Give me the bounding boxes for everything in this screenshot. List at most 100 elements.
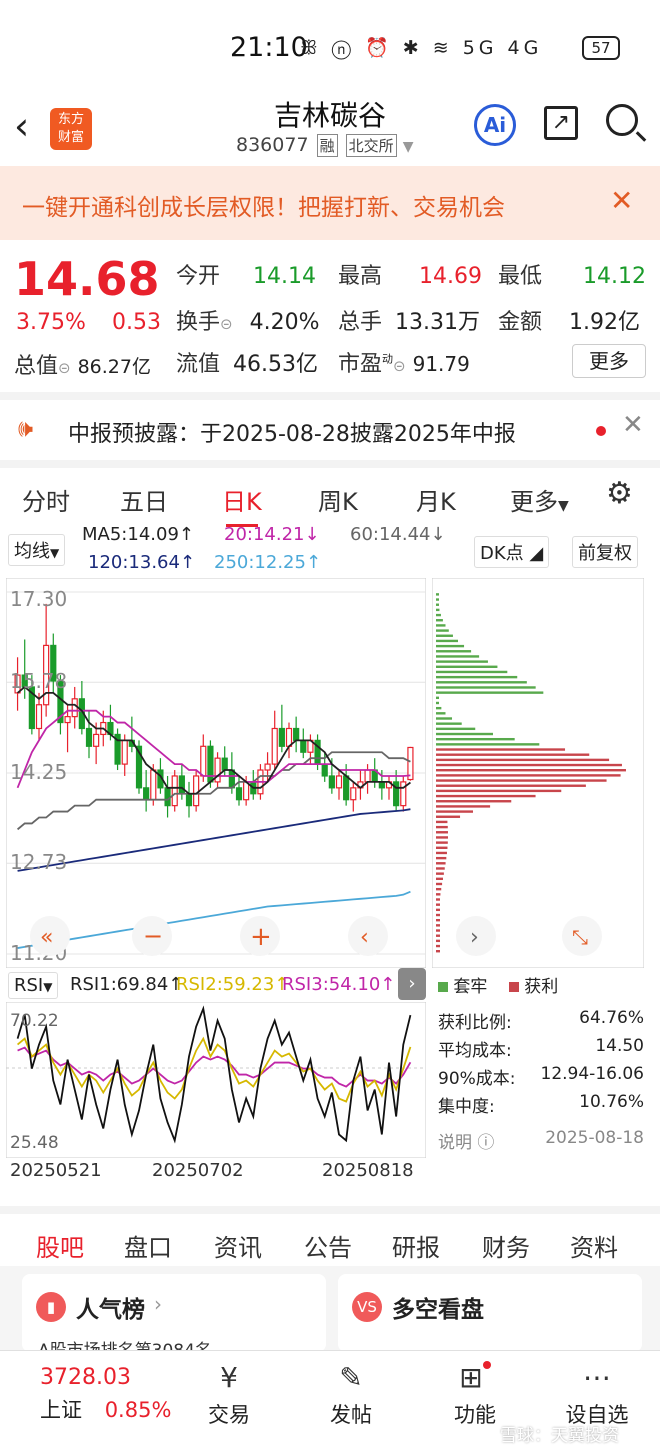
tab-financials[interactable]: 财务	[482, 1228, 530, 1263]
popularity-card[interactable]: ▮ 人气榜 › A股市场排名第3084名	[22, 1274, 326, 1361]
more-dots-icon: ⋯	[583, 1361, 611, 1394]
notice-bar[interactable]: 🕪 中报预披露：于2025-08-28披露2025年中报 ✕	[0, 392, 660, 454]
badge-dot	[482, 1361, 491, 1369]
share-icon[interactable]: ↗	[544, 106, 578, 140]
date-tick: 20250702	[152, 1160, 244, 1181]
candle	[328, 775, 335, 789]
pe-label: 市盈	[338, 352, 383, 377]
chip-bar	[436, 660, 488, 663]
chip-bar	[436, 898, 440, 901]
chevron-left-icon: ‹	[360, 925, 369, 950]
candle	[71, 698, 78, 718]
candle	[64, 716, 71, 724]
stock-code-row[interactable]: 836077 融 北交所 ▼	[236, 134, 413, 157]
chip-bar	[436, 836, 448, 839]
ma250-label: 250:12.25↑	[214, 552, 322, 573]
ai-button[interactable]: Ai	[474, 104, 516, 146]
chip-distribution-chart[interactable]: › ⤡	[432, 578, 644, 968]
chevron-down-icon: ▼	[43, 980, 53, 994]
stock-code: 836077	[236, 134, 309, 156]
nav-watchlist[interactable]: ⋯ 设自选	[552, 1361, 642, 1429]
tab-forum[interactable]: 股吧	[36, 1228, 84, 1273]
dk-point-select[interactable]: DK点 ◢	[474, 536, 550, 568]
chip-bar	[436, 800, 512, 803]
pe-sup: 动	[382, 352, 394, 366]
chip-bar	[436, 727, 476, 731]
candle	[350, 787, 357, 801]
tab-announcements[interactable]: 公告	[304, 1228, 352, 1263]
turnover-value: 4.20%	[249, 310, 320, 335]
tab-five-day[interactable]: 五日	[120, 482, 168, 517]
chip-bar	[436, 644, 465, 648]
exchange-tag: 北交所	[345, 134, 397, 157]
info-icon[interactable]: ⊝	[393, 357, 406, 375]
profit-ratio-value: 64.76%	[579, 1008, 644, 1028]
tab-more-label: 更多	[510, 488, 558, 516]
candle	[243, 781, 250, 801]
float-row: 流值 46.53亿	[176, 346, 318, 378]
low-label: 最低	[498, 264, 543, 289]
candle	[285, 727, 293, 747]
amount-value: 1.92亿	[569, 310, 641, 335]
nav-trade[interactable]: ¥ 交易	[184, 1361, 274, 1429]
chip-bar	[436, 846, 448, 849]
margin-tag: 融	[316, 134, 338, 157]
volume-row: 总手 13.31万	[338, 304, 480, 336]
promo-banner[interactable]: 一键开通科创成长层权限！把握打新、交易机会 ✕	[0, 166, 660, 240]
candle	[121, 739, 128, 765]
nav-post[interactable]: ✎ 发帖	[306, 1361, 396, 1429]
gear-icon[interactable]: ⚙	[606, 476, 633, 511]
tab-research[interactable]: 研报	[392, 1228, 440, 1263]
chip-bar	[436, 722, 462, 725]
info-icon[interactable]: ⓘ	[477, 1133, 494, 1153]
candle	[164, 787, 171, 807]
chevron-right-icon: ›	[470, 925, 479, 950]
high-row: 最高 14.69	[338, 258, 482, 290]
chip-bar	[436, 717, 453, 720]
index-ticker[interactable]: 3728.03 上证 0.85%	[40, 1365, 171, 1424]
more-button[interactable]: 更多	[572, 344, 646, 378]
candlestick-chart[interactable]: 17.3015.7814.2512.7311.20 « − + ‹	[6, 578, 426, 968]
long-short-card[interactable]: VS 多空看盘	[338, 1274, 642, 1352]
tab-intraday[interactable]: 分时	[22, 482, 70, 517]
chip-bar	[436, 598, 439, 601]
search-icon[interactable]	[606, 104, 638, 136]
chevron-down-icon: ▼	[402, 139, 414, 155]
candle	[185, 793, 193, 807]
rsi-select[interactable]: RSI▼	[8, 972, 59, 999]
pe-value: 91.79	[412, 352, 470, 376]
date-tick: 20250818	[322, 1160, 414, 1181]
high-label: 最高	[338, 264, 383, 289]
close-icon[interactable]: ✕	[622, 410, 644, 440]
candle	[293, 727, 300, 741]
tab-more[interactable]: 更多▼	[510, 482, 569, 517]
nav-post-label: 发帖	[330, 1403, 372, 1427]
tab-orderbook[interactable]: 盘口	[124, 1228, 172, 1263]
chip-bar	[436, 856, 447, 860]
chevron-down-icon: ▼	[558, 498, 569, 514]
indicator-select[interactable]: 均线▼	[8, 534, 66, 566]
tab-monthly-k[interactable]: 月K	[416, 482, 456, 517]
y-tick-label: 15.78	[10, 669, 67, 693]
chip-bar	[436, 629, 449, 632]
chip-bar	[436, 867, 445, 870]
info-icon[interactable]: ⊝	[58, 359, 71, 377]
tab-daily-k[interactable]: 日K	[222, 482, 262, 527]
grid-icon: ⊞	[430, 1361, 520, 1399]
chevron-right-icon: ›	[154, 1292, 162, 1316]
info-icon[interactable]: ⊝	[220, 315, 233, 333]
chip-bar	[436, 655, 480, 658]
close-icon[interactable]: ✕	[610, 184, 633, 217]
candle	[193, 775, 200, 807]
rsi-chart[interactable]: 70.22 25.48	[6, 1002, 426, 1158]
tab-weekly-k[interactable]: 周K	[318, 482, 358, 517]
chip-bar	[436, 763, 622, 767]
collapse-panel-button[interactable]: ›	[398, 968, 426, 1000]
tab-profile[interactable]: 资料	[570, 1228, 618, 1263]
pe-row: 市盈动⊝ 91.79	[338, 346, 470, 378]
volume-label: 总手	[338, 310, 383, 335]
tab-news[interactable]: 资讯	[214, 1228, 262, 1263]
nav-functions[interactable]: ⊞ 功能	[430, 1361, 520, 1429]
adjust-select[interactable]: 前复权	[572, 536, 638, 568]
explain-link[interactable]: 说明	[438, 1133, 472, 1153]
